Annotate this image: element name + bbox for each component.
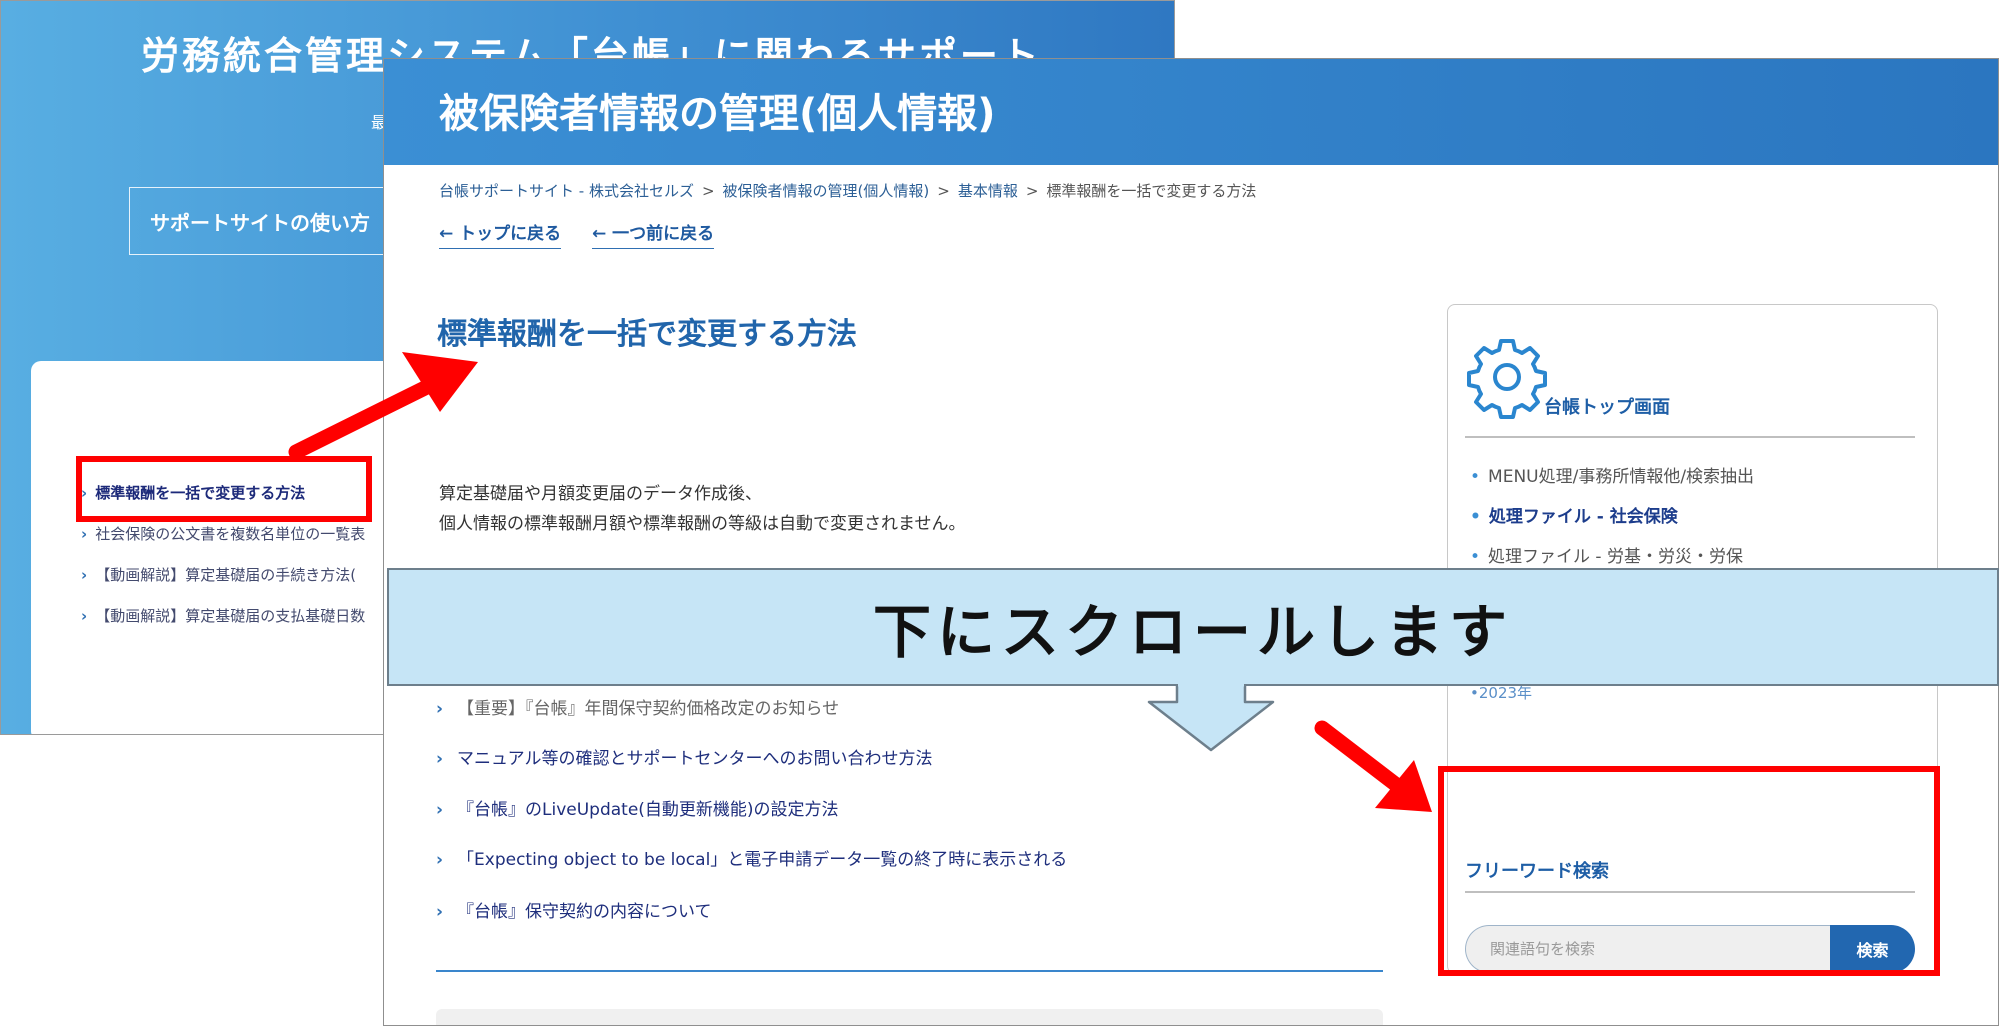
down-arrow-icon xyxy=(1147,684,1275,752)
bullet-icon: • xyxy=(1470,467,1481,487)
chevron-right-icon: › xyxy=(436,699,444,719)
related-article-link[interactable]: › マニュアル等の確認とサポートセンターへのお問い合わせ方法 xyxy=(436,744,933,769)
bullet-icon: • xyxy=(1470,547,1481,567)
highlight-box-free-search xyxy=(1438,766,1940,976)
next-section-box xyxy=(436,1009,1383,1025)
breadcrumb-home-link[interactable]: 台帳サポートサイト - 株式会社セルズ xyxy=(439,182,694,200)
chevron-right-icon: › xyxy=(436,800,444,820)
scroll-instruction-callout: 下にスクロールします xyxy=(387,568,1999,686)
chevron-right-icon: › xyxy=(436,850,444,870)
chevron-right-icon: › xyxy=(436,749,444,769)
article-body-line: 算定基礎届や月額変更届のデータ作成後、 xyxy=(439,484,762,504)
article-body-line: 個人情報の標準報酬月額や標準報酬の等級は自動で変更されません。 xyxy=(439,514,966,534)
chevron-right-icon: › xyxy=(81,566,88,584)
back-one-page-link[interactable]: ← 一つ前に戻る xyxy=(592,219,715,249)
ledger-top-screen-link[interactable]: 台帳トップ画面 xyxy=(1544,393,1670,419)
related-article-link[interactable]: › 【重要】『台帳』年間保守契約価格改定のお知らせ xyxy=(436,694,839,719)
related-article-link[interactable]: › 「Expecting object to be local」と電子申請データ一… xyxy=(436,845,1067,870)
breadcrumb-category-link[interactable]: 被保険者情報の管理(個人情報) xyxy=(723,182,930,200)
back-list-item[interactable]: › 【動画解説】算定基礎届の支払基礎日数 xyxy=(81,605,365,626)
bullet-icon: • xyxy=(1470,507,1481,527)
page-title: 被保険者情報の管理(個人情報) xyxy=(439,91,996,137)
breadcrumb: 台帳サポートサイト - 株式会社セルズ > 被保険者情報の管理(個人情報) > 基本情報… xyxy=(439,182,1257,200)
chevron-right-icon: › xyxy=(81,607,88,625)
back-list-item[interactable]: › 社会保険の公文書を複数名単位の一覧表 xyxy=(81,523,365,544)
back-list-item[interactable]: › 【動画解説】算定基礎届の手続き方法( xyxy=(81,564,356,585)
related-article-link[interactable]: › 『台帳』保守契約の内容について xyxy=(436,897,712,922)
bullet-icon: • xyxy=(1470,684,1479,702)
breadcrumb-subcategory-link[interactable]: 基本情報 xyxy=(958,182,1018,200)
chevron-right-icon: › xyxy=(81,525,88,543)
chevron-right-icon: › xyxy=(436,902,444,922)
breadcrumb-current: 標準報酬を一括で変更する方法 xyxy=(1046,182,1257,200)
sidebar-item[interactable]: • 処理ファイル - 社会保険 xyxy=(1470,502,1678,527)
section-divider xyxy=(436,970,1383,972)
sidebar-item[interactable]: • MENU処理/事務所情報他/検索抽出 xyxy=(1470,462,1754,487)
page-header: 被保険者情報の管理(個人情報) xyxy=(384,59,1998,165)
back-to-top-link[interactable]: ← トップに戻る xyxy=(439,219,562,249)
sidebar-item[interactable]: • 処理ファイル - 労基・労災・労保 xyxy=(1470,542,1743,567)
sidebar-divider xyxy=(1465,436,1915,438)
scroll-instruction-text: 下にスクロールします xyxy=(872,598,1513,666)
article-title: 標準報酬を一括で変更する方法 xyxy=(437,317,857,352)
gear-icon xyxy=(1467,339,1547,419)
highlight-box-article-link xyxy=(76,456,372,522)
related-article-link[interactable]: › 『台帳』のLiveUpdate(自動更新機能)の設定方法 xyxy=(436,795,839,820)
